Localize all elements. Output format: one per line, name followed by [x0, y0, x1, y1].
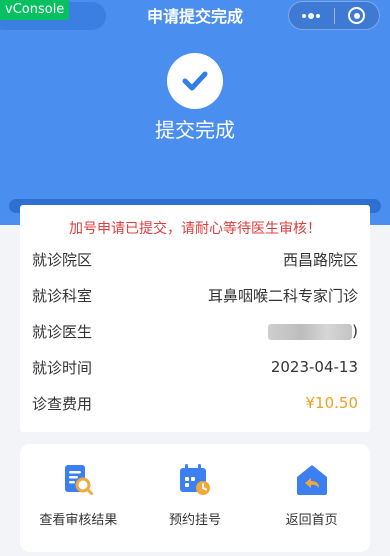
target-icon [348, 7, 366, 24]
hero-banner [0, 0, 390, 225]
book-appointment-button[interactable]: 预约挂号 [140, 444, 250, 530]
detail-label: 就诊科室 [32, 286, 93, 305]
mini-program-capsule [288, 1, 380, 30]
more-menu-button[interactable] [289, 2, 334, 29]
detail-value: 2023-04-13 [270, 358, 358, 376]
detail-label: 就诊院区 [32, 250, 93, 269]
detail-value: 耳鼻咽喉二科专家门诊 [207, 286, 358, 305]
more-dots-icon [302, 12, 321, 19]
detail-row-doctor: 就诊医生 ) [32, 319, 358, 343]
action-label: 返回首页 [285, 513, 338, 528]
action-label: 预约挂号 [168, 513, 221, 528]
action-panel: 查看审核结果 预约挂号 返回首页 [20, 444, 370, 552]
detail-label: 就诊医生 [32, 322, 93, 341]
success-status-text: 提交完成 [155, 118, 235, 142]
detail-value: 西昌路院区 [282, 250, 358, 269]
calendar-appointment-icon [175, 460, 215, 500]
detail-row-campus: 就诊院区 西昌路院区 [32, 247, 358, 271]
detail-label: 诊查费用 [32, 394, 93, 413]
appointment-detail-card: 加号申请已提交，请耐心等待医生审核！ 就诊院区 西昌路院区 就诊科室 耳鼻咽喉二… [20, 205, 370, 432]
detail-row-fee: 诊查费用 ¥10.50 [32, 391, 358, 415]
close-mini-program-button[interactable] [334, 2, 379, 29]
success-badge [167, 53, 223, 109]
detail-value-fee: ¥10.50 [305, 394, 359, 412]
redacted-doctor-name [268, 323, 353, 340]
detail-label: 就诊时间 [32, 358, 93, 377]
action-label: 查看审核结果 [39, 513, 118, 528]
home-return-icon [292, 460, 332, 500]
audit-search-icon [58, 460, 98, 500]
view-audit-result-button[interactable]: 查看审核结果 [23, 444, 133, 530]
return-home-button[interactable]: 返回首页 [257, 444, 367, 530]
detail-value-doctor: ) [268, 322, 358, 340]
detail-value: ) [352, 322, 358, 340]
check-icon [182, 71, 208, 91]
detail-row-department: 就诊科室 耳鼻咽喉二科专家门诊 [32, 283, 358, 307]
review-notice: 加号申请已提交，请耐心等待医生审核！ [69, 221, 321, 237]
detail-row-time: 就诊时间 2023-04-13 [32, 355, 358, 379]
